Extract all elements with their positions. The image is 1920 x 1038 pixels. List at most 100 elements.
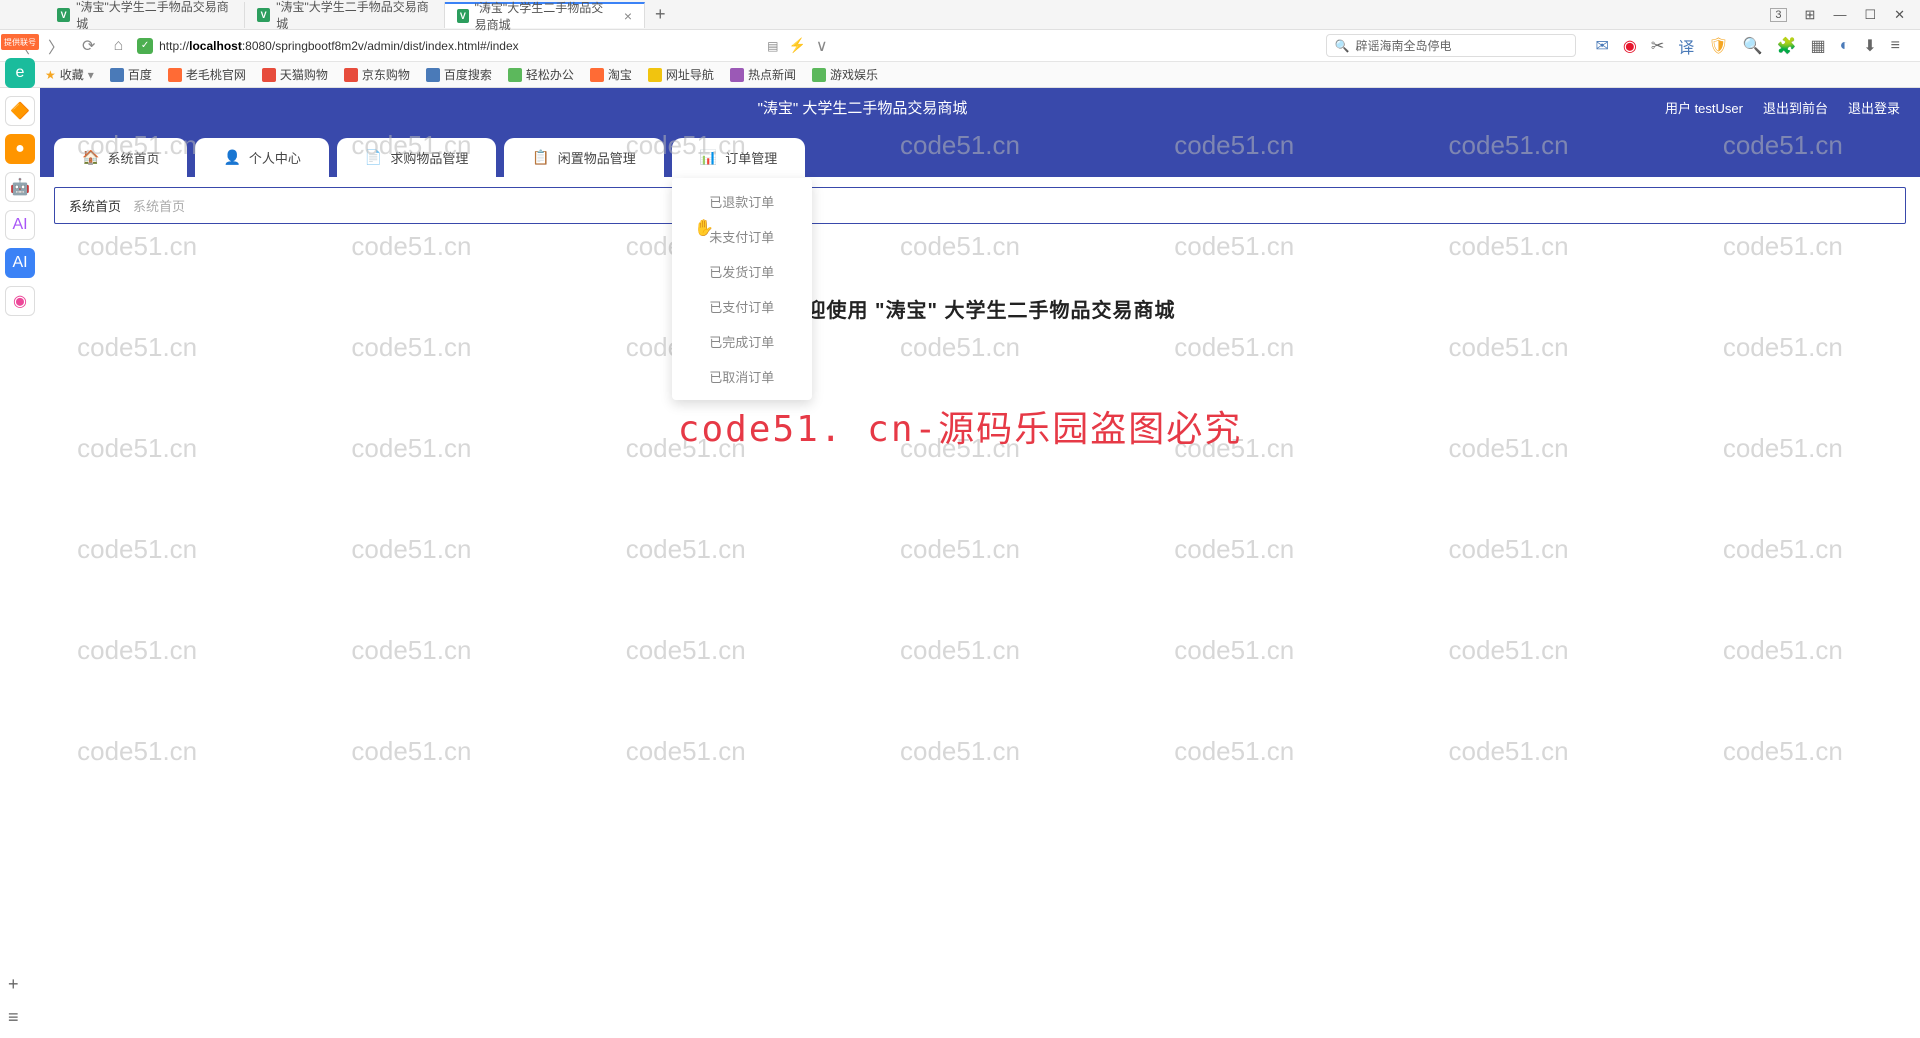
tab-favicon: V [457, 9, 469, 23]
left-sidebar-rail: 提供联号 e 🔶 ● 🤖 AI AI ◉ [0, 30, 40, 316]
star-icon: ★ [45, 68, 56, 82]
rail-badge[interactable]: 提供联号 [1, 34, 39, 50]
close-window-icon[interactable]: ✕ [1894, 7, 1905, 23]
crumb-main[interactable]: 系统首页 [69, 196, 121, 215]
maximize-icon[interactable]: ☐ [1864, 7, 1876, 23]
nav-tab-idle[interactable]: 📋 闲置物品管理 [504, 138, 663, 177]
bookmark-icon [110, 68, 124, 82]
weibo-icon[interactable]: ◉ [1623, 36, 1637, 56]
url-text: http://localhost:8080/springbootf8m2v/ad… [159, 39, 519, 53]
breadcrumb: 系统首页 系统首页 [54, 187, 1906, 224]
welcome-text: 欢迎使用 "涛宝" 大学生二手物品交易商城 [40, 294, 1920, 323]
plus-icon[interactable]: + [8, 974, 19, 995]
bookmark-icon [812, 68, 826, 82]
dd-item-shipped[interactable]: 已发货订单 [672, 254, 812, 289]
crumb-sub: 系统首页 [133, 196, 185, 215]
doc-icon: 📋 [532, 149, 549, 166]
dd-item-paid[interactable]: 已支付订单 [672, 289, 812, 324]
tab-title: "涛宝"大学生二手物品交易商城 [76, 0, 232, 32]
bookmark-item[interactable]: 京东购物 [344, 66, 410, 83]
mail-icon[interactable]: ✉ [1596, 36, 1609, 56]
scan-icon[interactable]: ▤ [767, 39, 778, 53]
dd-item-unpaid[interactable]: 未支付订单 [672, 219, 812, 254]
bookmark-item[interactable]: 百度 [110, 66, 152, 83]
doc-icon: 📄 [365, 149, 382, 166]
nav-tab-profile[interactable]: 👤 个人中心 [195, 138, 328, 177]
search-icon: 🔍 [1335, 39, 1350, 53]
bookmark-item[interactable]: 百度搜索 [426, 66, 492, 83]
rail-icon-4[interactable]: 🤖 [5, 172, 35, 202]
bookmark-item[interactable]: 网址导航 [648, 66, 714, 83]
bar-icon: 📊 [700, 149, 717, 166]
watermark-main: code51. cn-源码乐园盗图必究 [678, 400, 1242, 452]
puzzle-icon[interactable]: 🧩 [1777, 36, 1797, 56]
nav-tab-wanted[interactable]: 📄 求购物品管理 [337, 138, 496, 177]
bookmark-icon [508, 68, 522, 82]
bookmark-item[interactable]: 游戏娱乐 [812, 66, 878, 83]
search-input[interactable]: 🔍 辟谣海南全岛停电 [1326, 34, 1576, 57]
bookmark-item[interactable]: 淘宝 [590, 66, 632, 83]
tab-favicon: V [257, 8, 270, 22]
exit-front-button[interactable]: 退出到前台 [1763, 98, 1828, 117]
bolt-icon[interactable]: ⚡ [788, 37, 805, 54]
translate-icon[interactable]: 译 [1678, 34, 1694, 58]
browser-tab[interactable]: V "涛宝"大学生二手物品交易商城 [45, 2, 245, 28]
new-tab-button[interactable]: + [645, 4, 676, 25]
list-icon[interactable]: ≡ [8, 1007, 19, 1028]
bookmark-icon [344, 68, 358, 82]
menu-icon[interactable]: ≡ [1891, 37, 1900, 55]
app-title: "涛宝" 大学生二手物品交易商城 [758, 97, 968, 118]
search-placeholder: 辟谣海南全岛停电 [1355, 37, 1451, 54]
bottom-rail: + ≡ [8, 974, 19, 1028]
rail-icon-7[interactable]: ◉ [5, 286, 35, 316]
bookmark-icon [648, 68, 662, 82]
nav-tab-orders[interactable]: 📊 订单管理 已退款订单 未支付订单 已发货订单 已支付订单 已完成订单 已取消… [672, 138, 805, 177]
tab-favicon: V [57, 8, 70, 22]
browser-tab[interactable]: V "涛宝"大学生二手物品交易商城 [245, 2, 445, 28]
rail-icon-1[interactable]: e [5, 58, 35, 88]
dd-item-refunded[interactable]: 已退款订单 [672, 184, 812, 219]
dd-item-cancelled[interactable]: 已取消订单 [672, 359, 812, 394]
orders-dropdown: 已退款订单 未支付订单 已发货订单 已支付订单 已完成订单 已取消订单 [672, 178, 812, 400]
favorites-button[interactable]: ★收藏▾ [45, 66, 94, 83]
circle-icon[interactable]: ◐ [1840, 37, 1850, 55]
bookmarks-bar: ★收藏▾ 百度 老毛桃官网 天猫购物 京东购物 百度搜索 轻松办公 淘宝 网址导… [0, 62, 1920, 88]
search2-icon[interactable]: 🔍 [1743, 36, 1763, 56]
download-icon[interactable]: ⬇ [1863, 36, 1876, 56]
home-icon: 🏠 [82, 149, 99, 166]
bookmark-item[interactable]: 热点新闻 [730, 66, 796, 83]
nav-label: 订单管理 [725, 148, 777, 167]
rail-icon-2[interactable]: 🔶 [5, 96, 35, 126]
nav-tab-home[interactable]: 🏠 系统首页 [54, 138, 187, 177]
nav-label: 求购物品管理 [390, 148, 468, 167]
user-label[interactable]: 用户 testUser [1665, 98, 1743, 117]
bookmark-item[interactable]: 老毛桃官网 [168, 66, 246, 83]
rail-icon-5[interactable]: AI [5, 210, 35, 240]
forward-icon[interactable]: 〉 [44, 32, 68, 60]
logout-button[interactable]: 退出登录 [1848, 98, 1900, 117]
minimize-icon[interactable]: — [1833, 7, 1846, 22]
nav-area: 🏠 系统首页 👤 个人中心 📄 求购物品管理 📋 闲置物品管理 📊 订单管理 已… [40, 126, 1920, 177]
dd-item-completed[interactable]: 已完成订单 [672, 324, 812, 359]
reload-icon[interactable]: ⟳ [78, 34, 99, 58]
tab-title: "涛宝"大学生二手物品交易商城 [475, 0, 612, 33]
url-field[interactable]: ✓ http://localhost:8080/springbootf8m2v/… [137, 38, 757, 54]
close-icon[interactable]: × [624, 8, 632, 24]
rail-icon-6[interactable]: AI [5, 248, 35, 278]
home-icon[interactable]: ⌂ [109, 35, 127, 57]
chevron-down-icon[interactable]: ∨ [816, 36, 828, 56]
shield-icon: ✓ [137, 38, 153, 54]
browser-tab-strip: V "涛宝"大学生二手物品交易商城 V "涛宝"大学生二手物品交易商城 V "涛… [0, 0, 1920, 30]
rail-icon-3[interactable]: ● [5, 134, 35, 164]
bookmark-item[interactable]: 轻松办公 [508, 66, 574, 83]
address-bar: 〈 〉 ⟳ ⌂ ✓ http://localhost:8080/springbo… [0, 30, 1920, 62]
extension-icon[interactable]: ⊞ [1805, 7, 1816, 23]
scissors-icon[interactable]: ✂ [1651, 36, 1664, 56]
app-header: "涛宝" 大学生二手物品交易商城 用户 testUser 退出到前台 退出登录 [40, 88, 1920, 126]
nav-label: 闲置物品管理 [558, 148, 636, 167]
bookmark-item[interactable]: 天猫购物 [262, 66, 328, 83]
window-numeric[interactable]: 3 [1770, 8, 1786, 22]
grid-icon[interactable]: ▦ [1810, 36, 1825, 56]
browser-tab-active[interactable]: V "涛宝"大学生二手物品交易商城 × [445, 2, 645, 28]
shield2-icon[interactable]: 🛡 [1708, 36, 1728, 56]
